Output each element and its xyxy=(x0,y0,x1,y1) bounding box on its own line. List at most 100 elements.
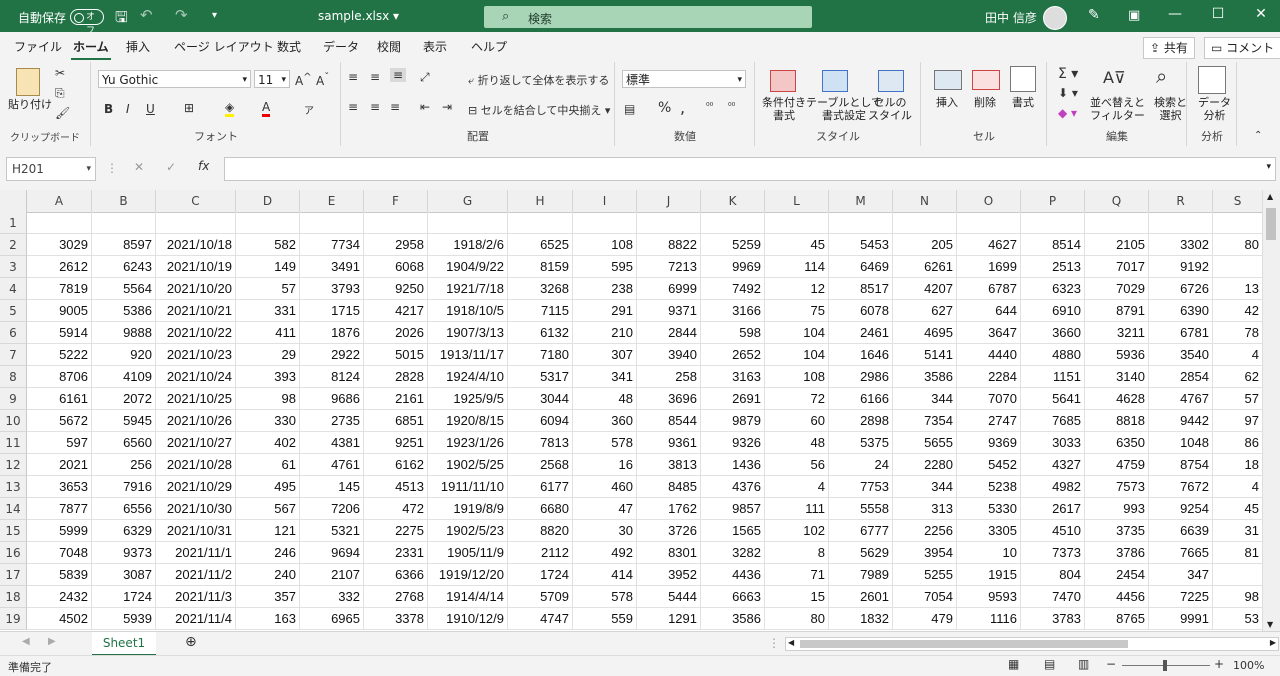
cell[interactable]: 2021/10/24 xyxy=(156,366,236,388)
cell[interactable]: 8 xyxy=(765,542,829,564)
cell[interactable]: 8597 xyxy=(92,234,156,256)
cell[interactable]: 2021/10/22 xyxy=(156,322,236,344)
ribbon-display-icon[interactable]: ▣ xyxy=(1128,8,1140,23)
currency-icon[interactable]: ▤ xyxy=(624,102,635,116)
cell[interactable]: 238 xyxy=(573,278,637,300)
cell[interactable]: 7017 xyxy=(1085,256,1149,278)
cell[interactable] xyxy=(573,212,637,234)
fill-color-icon[interactable]: ◈ xyxy=(225,100,235,117)
cell[interactable]: 111 xyxy=(765,498,829,520)
cell[interactable]: 9251 xyxy=(364,432,428,454)
cell[interactable]: 4510 xyxy=(1021,520,1085,542)
cell[interactable]: 2161 xyxy=(364,388,428,410)
cell[interactable] xyxy=(300,212,364,234)
cell[interactable]: 1923/1/26 xyxy=(428,432,508,454)
row-header[interactable]: 9 xyxy=(0,388,27,410)
name-box[interactable]: H201 ▾ xyxy=(6,157,96,181)
cell[interactable]: 72 xyxy=(765,388,829,410)
cell[interactable]: 1646 xyxy=(829,344,893,366)
cell[interactable] xyxy=(701,212,765,234)
cell[interactable]: 8301 xyxy=(637,542,701,564)
page-break-view-icon[interactable]: ▥ xyxy=(1078,657,1089,671)
cell[interactable]: 2021/10/20 xyxy=(156,278,236,300)
cell[interactable]: 102 xyxy=(765,520,829,542)
cell[interactable] xyxy=(957,212,1021,234)
italic-icon[interactable]: I xyxy=(126,102,130,116)
cell[interactable]: 104 xyxy=(765,322,829,344)
cell[interactable]: 3540 xyxy=(1149,344,1213,366)
cell[interactable]: 1902/5/25 xyxy=(428,454,508,476)
cell[interactable]: 57 xyxy=(236,278,300,300)
cut-icon[interactable]: ✂ xyxy=(55,66,65,80)
cell[interactable]: 1724 xyxy=(92,586,156,608)
cell[interactable] xyxy=(156,212,236,234)
cell[interactable]: 62 xyxy=(1213,366,1262,388)
cell[interactable] xyxy=(1149,212,1213,234)
cell[interactable]: 1925/9/5 xyxy=(428,388,508,410)
cell[interactable]: 993 xyxy=(1085,498,1149,520)
cell[interactable]: 81 xyxy=(1213,542,1262,564)
cell[interactable]: 6560 xyxy=(92,432,156,454)
collapse-ribbon-icon[interactable]: ⌃ xyxy=(1254,130,1262,141)
cell[interactable]: 313 xyxy=(893,498,957,520)
cell[interactable]: 1565 xyxy=(701,520,765,542)
cell[interactable]: 2432 xyxy=(27,586,92,608)
column-header-f[interactable]: F xyxy=(364,190,428,212)
cell[interactable]: 3726 xyxy=(637,520,701,542)
vertical-scrollbar[interactable]: ▲ ▼ xyxy=(1262,190,1280,631)
cell[interactable]: 9369 xyxy=(957,432,1021,454)
cell[interactable]: 7989 xyxy=(829,564,893,586)
underline-icon[interactable]: U xyxy=(146,102,155,116)
cell[interactable]: 582 xyxy=(236,234,300,256)
cell[interactable]: 3735 xyxy=(1085,520,1149,542)
cell[interactable]: 4217 xyxy=(364,300,428,322)
cell[interactable]: 256 xyxy=(92,454,156,476)
formula-input[interactable]: ▾ xyxy=(224,157,1276,181)
cell[interactable]: 3793 xyxy=(300,278,364,300)
column-header-b[interactable]: B xyxy=(92,190,156,212)
column-header-q[interactable]: Q xyxy=(1085,190,1149,212)
cell[interactable]: 2735 xyxy=(300,410,364,432)
paste-icon[interactable] xyxy=(16,68,40,96)
decrease-decimal-icon[interactable]: ⁰⁰ xyxy=(728,102,735,112)
column-header-c[interactable]: C xyxy=(156,190,236,212)
cell[interactable]: 1902/5/23 xyxy=(428,520,508,542)
cell[interactable]: 48 xyxy=(765,432,829,454)
cell[interactable]: 2844 xyxy=(637,322,701,344)
cell[interactable]: 595 xyxy=(573,256,637,278)
tab-view[interactable]: 表示 xyxy=(423,38,447,55)
cell[interactable]: 2747 xyxy=(957,410,1021,432)
tab-data[interactable]: データ xyxy=(323,38,359,55)
cell[interactable] xyxy=(637,212,701,234)
cell[interactable] xyxy=(1021,212,1085,234)
cell[interactable]: 5945 xyxy=(92,410,156,432)
cell[interactable]: 3163 xyxy=(701,366,765,388)
cell[interactable]: 4880 xyxy=(1021,344,1085,366)
user-name[interactable]: 田中 信彦 xyxy=(985,9,1037,26)
column-header-h[interactable]: H xyxy=(508,190,573,212)
clear-icon[interactable]: ◆ ▾ xyxy=(1058,106,1077,120)
cell[interactable]: 7734 xyxy=(300,234,364,256)
cell[interactable]: 6680 xyxy=(508,498,573,520)
cell[interactable]: 5939 xyxy=(92,608,156,630)
cell[interactable]: 472 xyxy=(364,498,428,520)
cell[interactable]: 5672 xyxy=(27,410,92,432)
cell[interactable]: 9879 xyxy=(701,410,765,432)
customize-qat-icon[interactable]: ▾ xyxy=(212,10,217,21)
column-header-d[interactable]: D xyxy=(236,190,300,212)
cell[interactable]: 330 xyxy=(236,410,300,432)
cell[interactable]: 1762 xyxy=(637,498,701,520)
increase-font-icon[interactable]: A^ xyxy=(295,72,312,88)
avatar[interactable] xyxy=(1043,6,1067,30)
cell[interactable]: 7054 xyxy=(893,586,957,608)
cell[interactable]: 7373 xyxy=(1021,542,1085,564)
cell[interactable]: 163 xyxy=(236,608,300,630)
cell[interactable] xyxy=(1213,564,1262,586)
align-center-icon[interactable]: ≡ xyxy=(370,100,380,114)
cell[interactable]: 1905/11/9 xyxy=(428,542,508,564)
cell[interactable]: 7573 xyxy=(1085,476,1149,498)
align-left-icon[interactable]: ≡ xyxy=(348,100,358,114)
expand-formula-icon[interactable]: ▾ xyxy=(1266,162,1271,172)
cell[interactable]: 2256 xyxy=(893,520,957,542)
cell[interactable]: 75 xyxy=(765,300,829,322)
